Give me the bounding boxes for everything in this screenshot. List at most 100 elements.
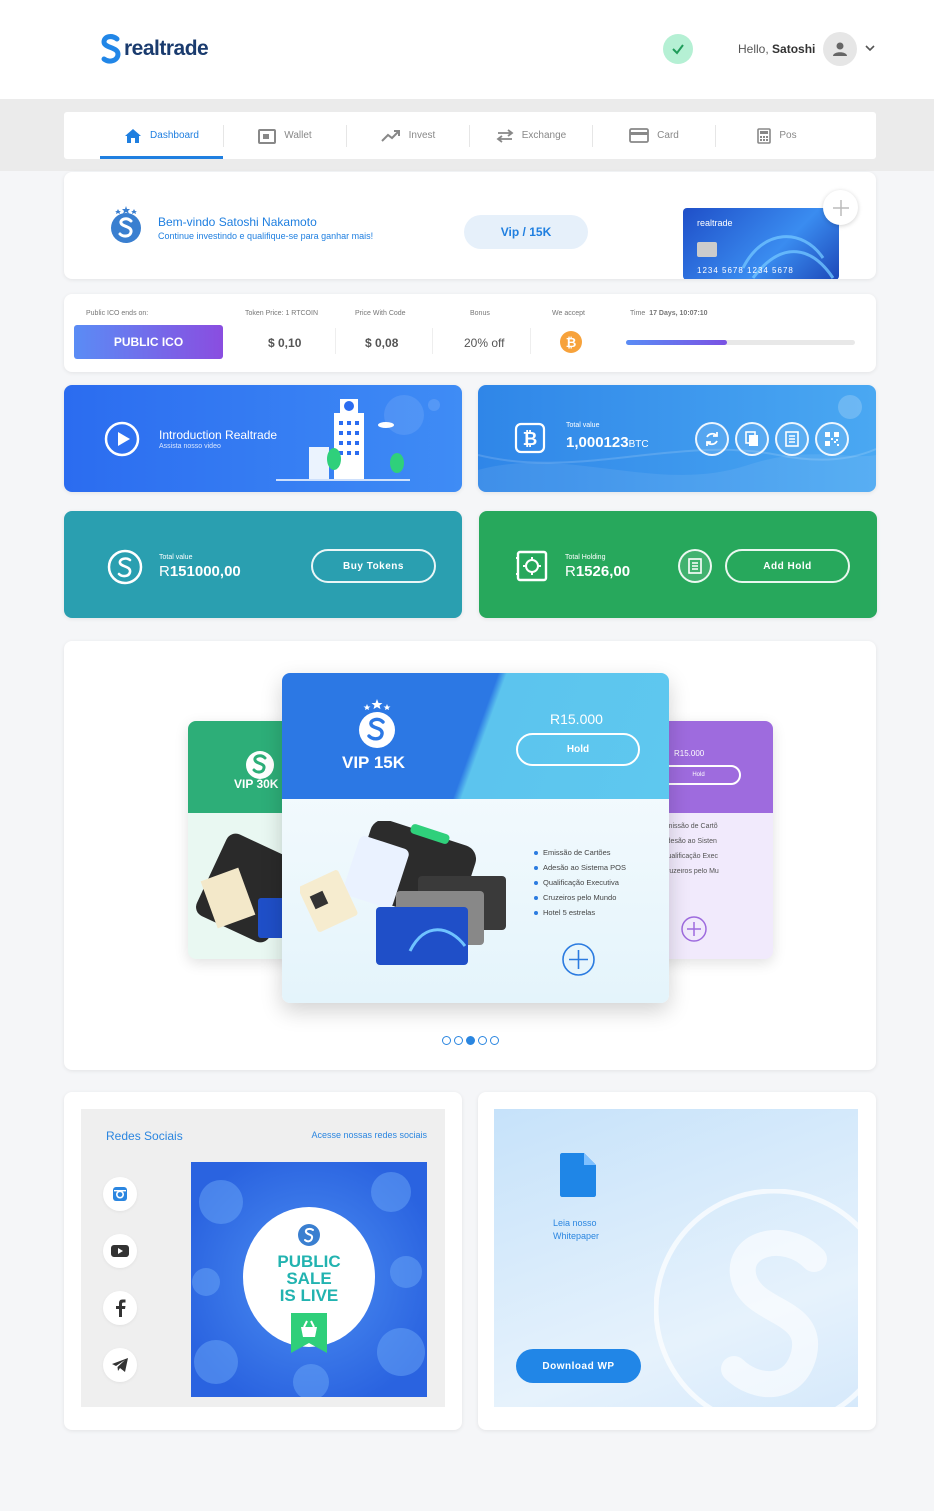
btc-amount: 1,000123 bbox=[566, 434, 629, 451]
tokens-currency: R bbox=[159, 563, 170, 580]
social-title: Redes Sociais bbox=[106, 1129, 183, 1143]
exchange-icon bbox=[496, 128, 514, 143]
sale-text-line: SALE bbox=[286, 1269, 332, 1288]
refresh-icon bbox=[706, 432, 718, 446]
carousel-pagination bbox=[442, 1036, 499, 1045]
qr-code-button[interactable] bbox=[815, 422, 849, 456]
buy-tokens-button[interactable]: Buy Tokens bbox=[311, 549, 436, 583]
token-price-value: $ 0,10 bbox=[268, 336, 302, 350]
holding-currency: R bbox=[565, 563, 576, 580]
feature-item: Emissão de Cartões bbox=[534, 845, 626, 860]
greeting: Hello, Satoshi bbox=[738, 42, 815, 56]
intro-video-card[interactable]: Introduction Realtrade Assista nosso vid… bbox=[64, 385, 462, 492]
bitcoin-square-icon: ₿ bbox=[514, 422, 546, 454]
plus-circle-icon[interactable] bbox=[680, 915, 708, 943]
time-label: Time bbox=[630, 310, 646, 317]
document-icon[interactable] bbox=[558, 1151, 598, 1199]
plus-icon bbox=[832, 199, 849, 216]
credit-card-preview[interactable]: realtrade 1234 5678 1234 5678 bbox=[683, 208, 839, 279]
holding-value: R1526,00 bbox=[565, 563, 630, 580]
holding-card: Total Holding R1526,00 Add Hold bbox=[479, 511, 877, 618]
holding-amount: 1526,00 bbox=[575, 563, 631, 580]
bonus-value: 20% off bbox=[464, 336, 505, 350]
public-ico-button[interactable]: PUBLIC ICO bbox=[74, 325, 223, 359]
tab-dashboard-label: Dashboard bbox=[150, 130, 199, 141]
tab-exchange[interactable]: Exchange bbox=[470, 112, 592, 159]
carousel-dot[interactable] bbox=[454, 1036, 463, 1045]
holding-label: Total Holding bbox=[565, 554, 606, 561]
logo-text: realtrade bbox=[124, 37, 209, 60]
realtrade-coin-icon bbox=[107, 549, 143, 585]
welcome-subtitle: Continue investindo e qualifique-se para… bbox=[158, 231, 374, 241]
public-sale-banner[interactable]: PUBLIC SALE IS LIVE bbox=[191, 1162, 427, 1397]
vip-carousel: VIP 30K R15.000 Hold Emissão de Cartõ Ad… bbox=[64, 641, 876, 1070]
carousel-dot-active[interactable] bbox=[466, 1036, 475, 1045]
next-card-feature: Adesão ao Sisten bbox=[662, 838, 717, 845]
main-nav: Dashboard Wallet Invest Exchange Card Po… bbox=[64, 112, 876, 159]
add-hold-button[interactable]: Add Hold bbox=[725, 549, 850, 583]
whitepaper-panel: Leia nosso Whitepaper Download WP bbox=[494, 1109, 858, 1407]
vip-level-button[interactable]: Vip / 15K bbox=[464, 215, 588, 249]
next-card-hold-button[interactable]: Hold bbox=[658, 765, 741, 785]
tab-card-label: Card bbox=[657, 130, 679, 141]
next-card-feature: Cruzeiros pelo Mu bbox=[662, 868, 719, 875]
plus-circle-icon[interactable] bbox=[561, 942, 596, 977]
feature-item: Qualificação Executiva bbox=[534, 875, 626, 890]
card-icon bbox=[629, 128, 650, 143]
hold-button[interactable]: Hold bbox=[516, 733, 640, 766]
feature-item: Cruzeiros pelo Mundo bbox=[534, 890, 626, 905]
copy-button[interactable] bbox=[735, 422, 769, 456]
verified-check-icon[interactable] bbox=[663, 34, 693, 64]
vip-card-next[interactable]: R15.000 Hold Emissão de Cartõ Adesão ao … bbox=[658, 721, 773, 959]
card-number: 1234 5678 1234 5678 bbox=[697, 266, 794, 275]
accept-label: We accept bbox=[552, 310, 585, 317]
btc-total-label: Total value bbox=[566, 422, 600, 429]
carousel-dot[interactable] bbox=[478, 1036, 487, 1045]
tab-dashboard[interactable]: Dashboard bbox=[100, 112, 223, 159]
add-card-button[interactable] bbox=[823, 190, 858, 225]
intro-subtitle: Assista nosso video bbox=[159, 443, 221, 450]
shopping-basket-icon bbox=[291, 1313, 327, 1353]
statement-button[interactable] bbox=[775, 422, 809, 456]
logo[interactable]: realtrade bbox=[100, 32, 209, 66]
vip-30k-title: VIP 30K bbox=[234, 777, 279, 791]
card-brand: realtrade bbox=[697, 218, 733, 228]
next-card-feature: Qualificação Exec bbox=[662, 853, 719, 860]
ico-ends-label: Public ICO ends on: bbox=[86, 310, 149, 317]
holding-statement-button[interactable] bbox=[678, 549, 712, 583]
facebook-button[interactable] bbox=[103, 1291, 137, 1325]
tab-wallet[interactable]: Wallet bbox=[224, 112, 346, 159]
avatar[interactable] bbox=[823, 32, 857, 66]
tab-card[interactable]: Card bbox=[593, 112, 715, 159]
ico-status-bar: Public ICO ends on: PUBLIC ICO Token Pri… bbox=[64, 294, 876, 372]
tab-pos[interactable]: Pos bbox=[716, 112, 838, 159]
vip-15k-card[interactable]: VIP 15K R15.000 Hold Emissão de Cartões … bbox=[282, 673, 669, 1003]
tab-invest[interactable]: Invest bbox=[347, 112, 469, 159]
play-icon[interactable] bbox=[104, 421, 140, 457]
user-name: Satoshi bbox=[772, 42, 816, 56]
telegram-button[interactable] bbox=[103, 1348, 137, 1382]
instagram-button[interactable] bbox=[103, 1177, 137, 1211]
vip-price: R15.000 bbox=[550, 711, 603, 727]
refresh-button[interactable] bbox=[695, 422, 729, 456]
telegram-icon bbox=[112, 1358, 128, 1372]
social-link[interactable]: Acesse nossas redes sociais bbox=[311, 1130, 427, 1140]
sale-text-line: IS LIVE bbox=[279, 1286, 339, 1305]
time-label-group: Time 17 Days, 10:07:10 bbox=[630, 310, 708, 317]
youtube-button[interactable] bbox=[103, 1234, 137, 1268]
carousel-dot[interactable] bbox=[490, 1036, 499, 1045]
ico-progress-fill bbox=[626, 340, 727, 345]
feature-item: Hotel 5 estrelas bbox=[534, 905, 626, 920]
pos-terminal-illustration bbox=[300, 821, 506, 965]
wallet-icon bbox=[258, 128, 277, 144]
download-wp-button[interactable]: Download WP bbox=[516, 1349, 641, 1383]
realtrade-badge-icon bbox=[111, 206, 141, 243]
top-bar: realtrade Hello, Satoshi bbox=[0, 0, 934, 99]
sale-seal: PUBLIC SALE IS LIVE bbox=[243, 1207, 375, 1353]
whitepaper-card: Leia nosso Whitepaper Download WP bbox=[478, 1092, 876, 1430]
intro-title: Introduction Realtrade bbox=[159, 428, 278, 442]
chevron-down-icon[interactable] bbox=[864, 42, 876, 54]
carousel-dot[interactable] bbox=[442, 1036, 451, 1045]
btc-unit: BTC bbox=[628, 439, 649, 450]
whitepaper-text: Leia nosso Whitepaper bbox=[553, 1217, 599, 1243]
